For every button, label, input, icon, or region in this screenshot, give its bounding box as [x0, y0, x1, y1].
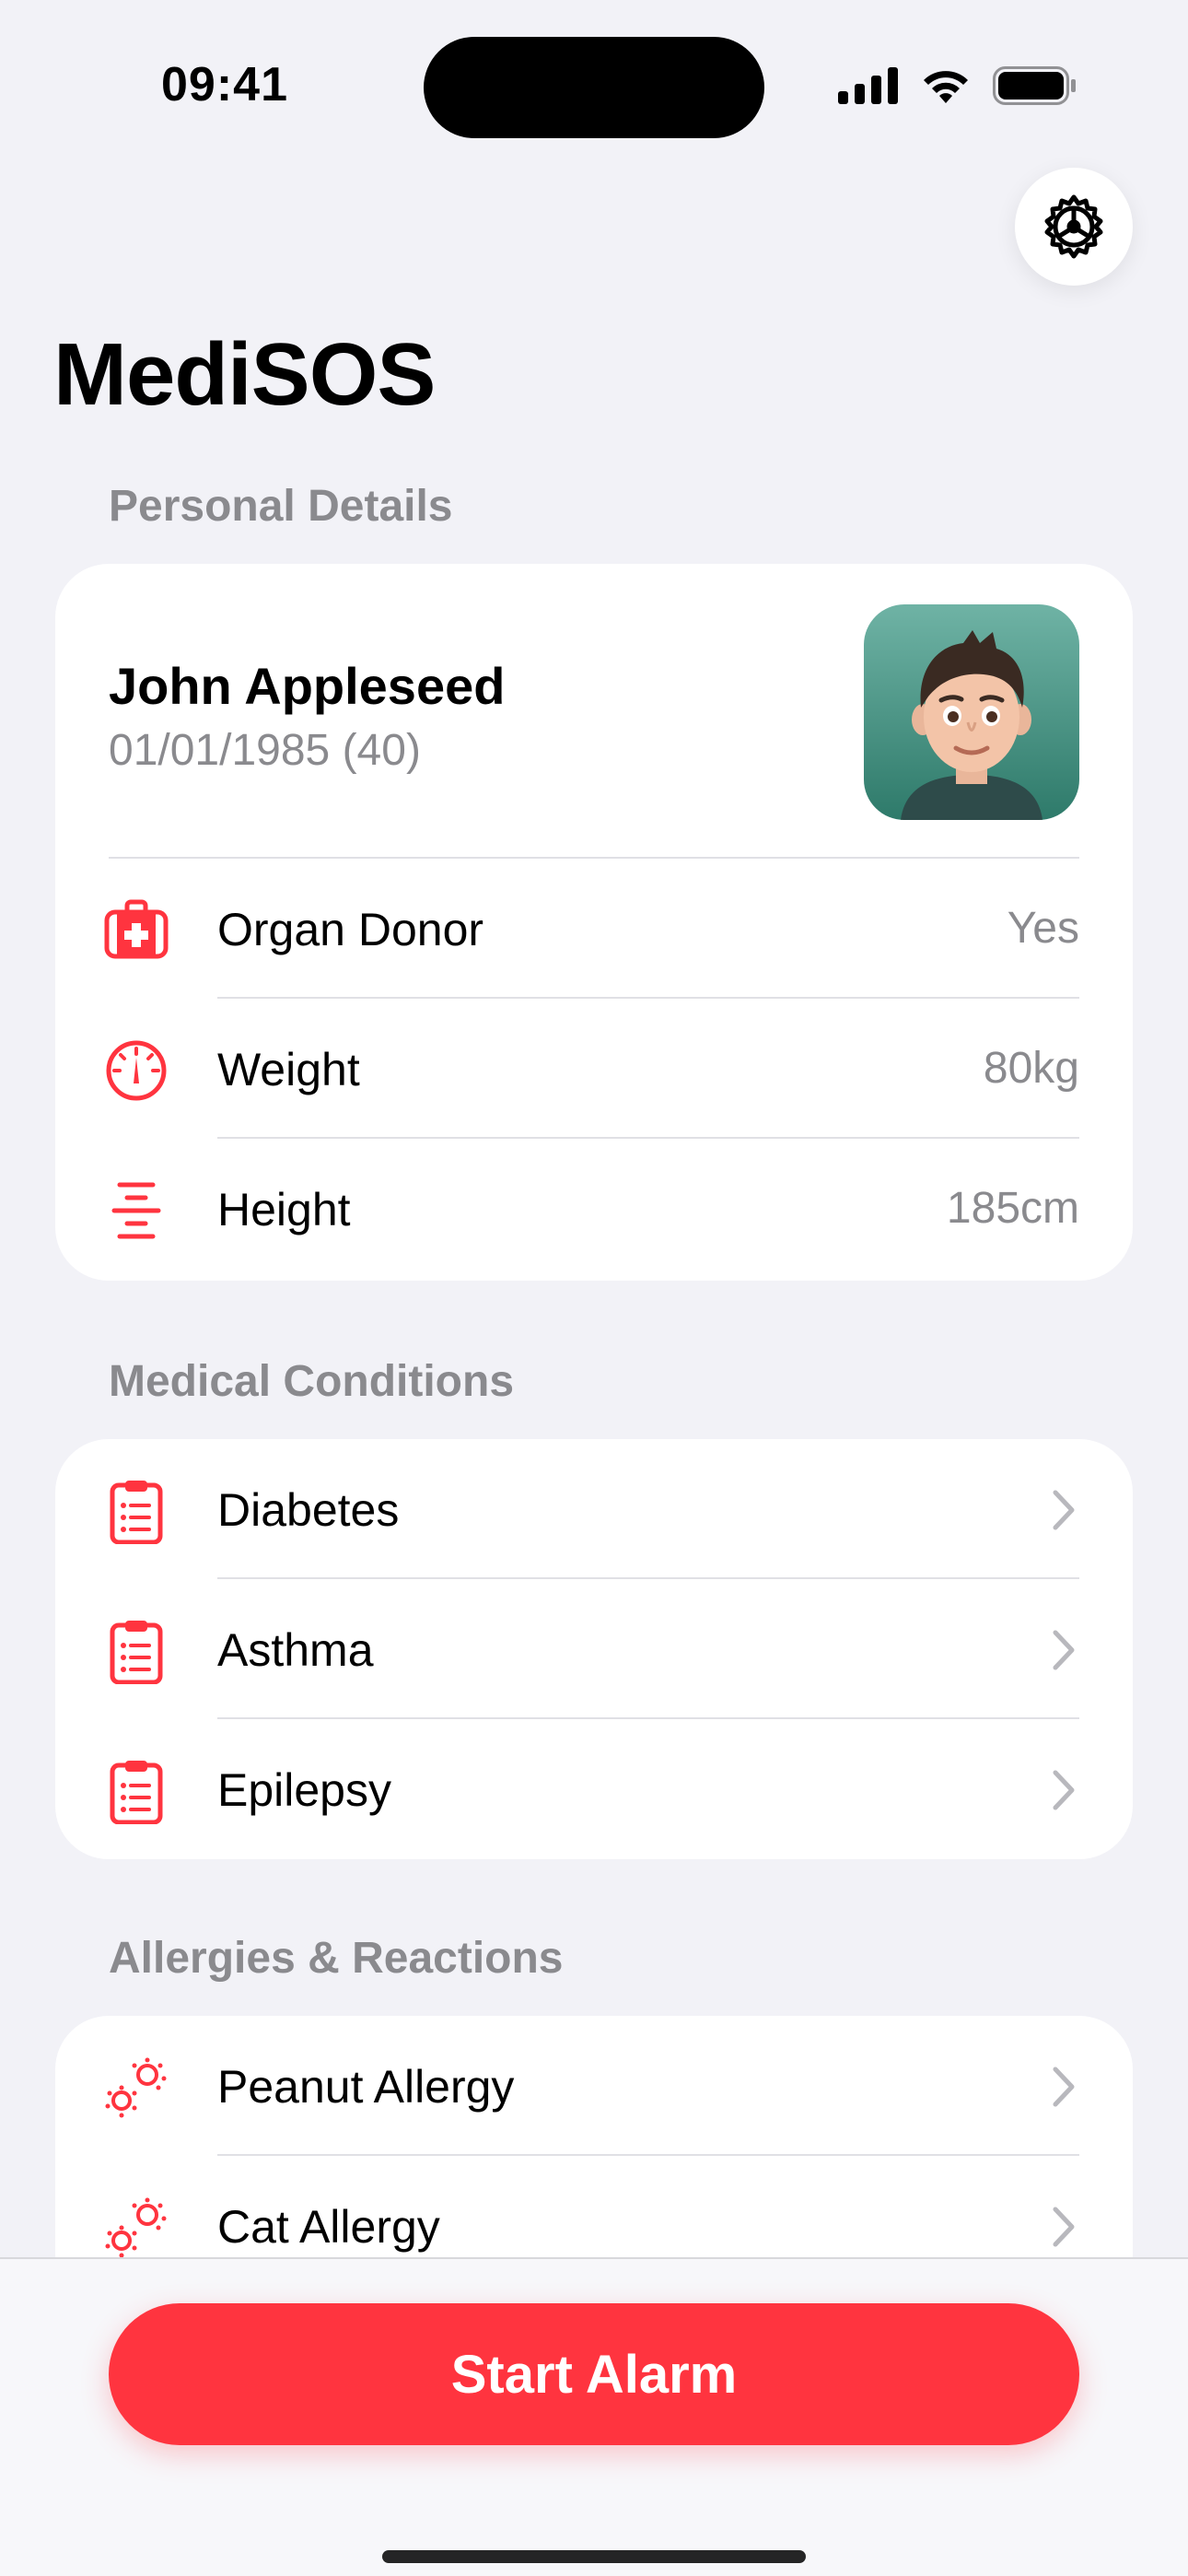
- row-value: 185cm: [946, 1184, 1079, 1233]
- dynamic-island: [424, 37, 764, 138]
- app-title: MediSOS: [53, 325, 436, 424]
- start-alarm-button[interactable]: Start Alarm: [109, 2303, 1079, 2445]
- list-item-label: Peanut Allergy: [217, 2061, 515, 2113]
- avatar: [864, 604, 1079, 820]
- memoji-avatar-icon: [901, 630, 1042, 820]
- row-label: Organ Donor: [217, 904, 484, 955]
- chevron-right-icon: [1053, 1630, 1075, 1670]
- clipboard-list-icon: [103, 1478, 169, 1544]
- list-item-label: Cat Allergy: [217, 2201, 440, 2253]
- list-item-peanut-allergy[interactable]: Peanut Allergy: [55, 2016, 1133, 2156]
- list-item-diabetes[interactable]: Diabetes: [55, 1439, 1133, 1579]
- clipboard-list-icon: [103, 1618, 169, 1684]
- profile-dob: 01/01/1985 (40): [109, 726, 421, 775]
- section-header-allergies: Allergies & Reactions: [109, 1934, 564, 1983]
- medical-kit-icon: [103, 897, 169, 964]
- list-item-epilepsy[interactable]: Epilepsy: [55, 1719, 1133, 1859]
- row-weight[interactable]: Weight 80kg: [55, 999, 1133, 1139]
- chevron-right-icon: [1053, 1490, 1075, 1530]
- list-item-label: Epilepsy: [217, 1764, 391, 1816]
- medical-conditions-card: Diabetes Asthma Epilepsy: [55, 1439, 1133, 1859]
- wifi-icon: [924, 71, 968, 103]
- allergens-icon: [103, 2055, 169, 2121]
- gauge-icon: [103, 1037, 169, 1104]
- allergens-icon: [103, 2195, 169, 2261]
- row-label: Height: [217, 1184, 351, 1235]
- clipboard-list-icon: [103, 1758, 169, 1824]
- battery-icon: [993, 66, 1076, 105]
- chevron-right-icon: [1053, 2067, 1075, 2107]
- list-item-label: Diabetes: [217, 1484, 400, 1536]
- row-value: Yes: [1007, 904, 1079, 953]
- status-bar: 09:41: [0, 0, 1188, 138]
- section-header-conditions: Medical Conditions: [109, 1357, 515, 1406]
- chevron-right-icon: [1053, 1770, 1075, 1810]
- cellular-signal-icon: [838, 67, 898, 104]
- list-item-label: Asthma: [217, 1624, 374, 1676]
- row-value: 80kg: [983, 1044, 1079, 1093]
- chevron-right-icon: [1053, 2207, 1075, 2247]
- home-indicator[interactable]: [382, 2550, 806, 2563]
- profile-header[interactable]: John Appleseed 01/01/1985 (40): [55, 564, 1133, 859]
- profile-name: John Appleseed: [109, 657, 506, 715]
- status-time: 09:41: [161, 58, 288, 111]
- settings-button[interactable]: [1015, 168, 1133, 286]
- row-label: Weight: [217, 1044, 360, 1095]
- personal-details-card: John Appleseed 01/01/1985 (40) Organ Don…: [55, 564, 1133, 1281]
- row-height[interactable]: Height 185cm: [55, 1139, 1133, 1279]
- height-icon: [103, 1177, 169, 1244]
- row-organ-donor[interactable]: Organ Donor Yes: [55, 859, 1133, 999]
- section-header-personal: Personal Details: [109, 482, 453, 531]
- list-item-asthma[interactable]: Asthma: [55, 1579, 1133, 1719]
- bottom-action-bar: Start Alarm: [0, 2257, 1188, 2576]
- status-icons: [838, 64, 1077, 107]
- gear-icon: [1044, 194, 1103, 259]
